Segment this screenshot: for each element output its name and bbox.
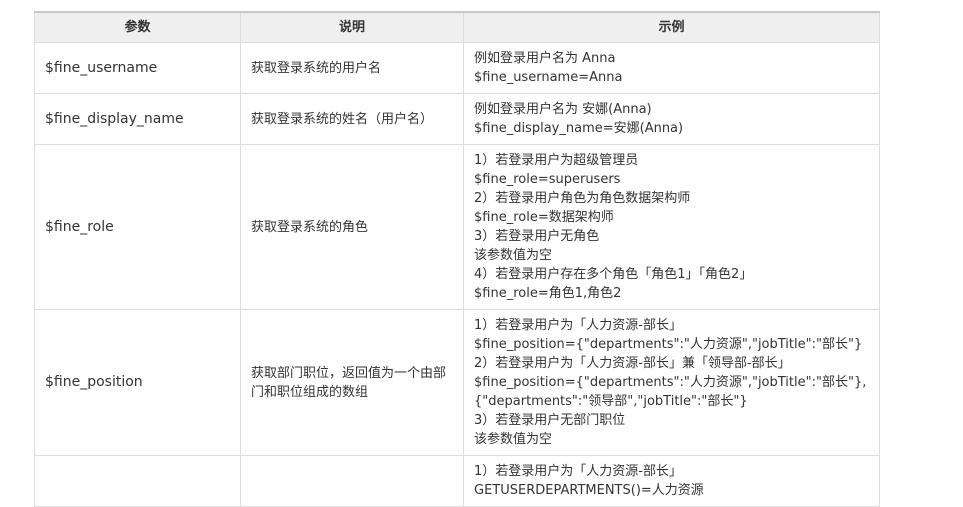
param-cell <box>34 455 241 507</box>
table-row: $fine_role 获取登录系统的角色 1）若登录用户为超级管理员 $fine… <box>34 144 880 310</box>
example-line: 1）若登录用户为超级管理员 <box>474 153 639 168</box>
example-line: 1）若登录用户为「人力资源-部长」 <box>474 318 682 333</box>
example-line: 3）若登录用户无角色 <box>474 229 600 244</box>
example-line: $fine_role=superusers <box>474 172 621 187</box>
example-line: 该参数值为空 <box>474 432 553 447</box>
example-cell: 1）若登录用户为「人力资源-部长」 GETUSERDEPARTMENTS()=人… <box>463 455 880 507</box>
header-example: 示例 <box>463 11 880 43</box>
example-line: GETUSERDEPARTMENTS()=人力资源 <box>474 483 704 498</box>
table-row: $fine_username 获取登录系统的用户名 例如登录用户名为 Anna … <box>34 42 880 94</box>
example-line: 例如登录用户名为 安娜(Anna) <box>474 102 652 117</box>
example-line: $fine_role=数据架构师 <box>474 210 614 225</box>
parameter-table-container: 参数 说明 示例 $fine_username 获取登录系统的用户名 例如登录用… <box>34 11 880 507</box>
description-cell: 获取部门职位，返回值为一个由部门和职位组成的数组 <box>240 309 464 456</box>
param-cell: $fine_position <box>34 309 241 456</box>
example-cell: 例如登录用户名为 Anna $fine_username=Anna <box>463 42 880 94</box>
description-cell: 获取登录系统的角色 <box>240 144 464 310</box>
example-line: $fine_position={"departments":"人力资源","jo… <box>474 375 867 409</box>
param-cell: $fine_username <box>34 42 241 94</box>
example-cell: 例如登录用户名为 安娜(Anna) $fine_display_name=安娜(… <box>463 93 880 145</box>
example-line: $fine_username=Anna <box>474 70 623 85</box>
example-line: $fine_role=角色1,角色2 <box>474 286 622 301</box>
example-line: 2）若登录用户为「人力资源-部长」兼「领导部-部长」 <box>474 356 791 371</box>
example-line: 1）若登录用户为「人力资源-部长」 <box>474 464 682 479</box>
example-line: $fine_position={"departments":"人力资源","jo… <box>474 337 863 352</box>
table-row: $fine_display_name 获取登录系统的姓名（用户名） 例如登录用户… <box>34 93 880 145</box>
example-line: 例如登录用户名为 Anna <box>474 51 616 66</box>
param-cell: $fine_role <box>34 144 241 310</box>
parameter-table: 参数 说明 示例 $fine_username 获取登录系统的用户名 例如登录用… <box>34 11 880 507</box>
table-header-row: 参数 说明 示例 <box>34 11 880 43</box>
header-description: 说明 <box>240 11 464 43</box>
example-cell: 1）若登录用户为超级管理员 $fine_role=superusers 2）若登… <box>463 144 880 310</box>
table-row: $fine_position 获取部门职位，返回值为一个由部门和职位组成的数组 … <box>34 309 880 456</box>
header-param: 参数 <box>34 11 241 43</box>
description-cell: 获取登录系统的姓名（用户名） <box>240 93 464 145</box>
table-row: 1）若登录用户为「人力资源-部长」 GETUSERDEPARTMENTS()=人… <box>34 455 880 507</box>
description-cell <box>240 455 464 507</box>
param-cell: $fine_display_name <box>34 93 241 145</box>
example-line: 该参数值为空 <box>474 248 553 263</box>
example-line: $fine_display_name=安娜(Anna) <box>474 121 684 136</box>
example-line: 4）若登录用户存在多个角色「角色1」「角色2」 <box>474 267 753 282</box>
description-cell: 获取登录系统的用户名 <box>240 42 464 94</box>
example-cell: 1）若登录用户为「人力资源-部长」 $fine_position={"depar… <box>463 309 880 456</box>
example-line: 2）若登录用户角色为角色数据架构师 <box>474 191 691 206</box>
example-line: 3）若登录用户无部门职位 <box>474 413 626 428</box>
